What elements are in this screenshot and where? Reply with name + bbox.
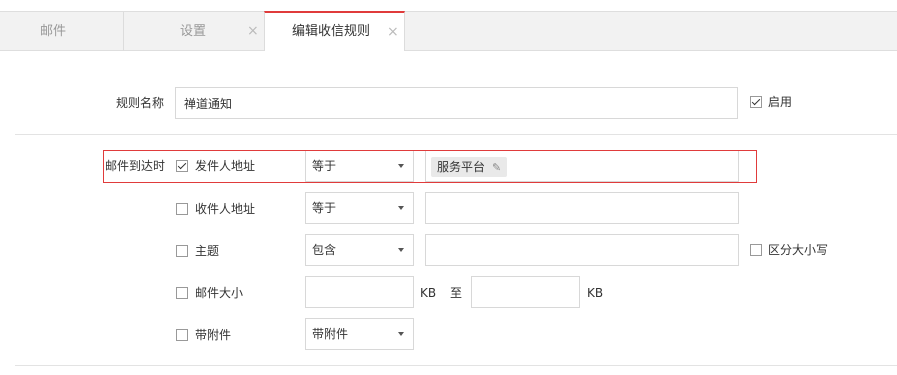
tab-edit-rule-close-icon[interactable]: ×	[387, 13, 399, 51]
sender-operator-select[interactable]: 等于	[305, 150, 414, 182]
tab-edit-rule-label: 编辑收信规则	[292, 24, 371, 39]
case-sensitive-label: 区分大小写	[768, 243, 829, 257]
tab-bar: 邮件 设置 × 编辑收信规则 ×	[0, 11, 897, 51]
tab-mail[interactable]: 邮件	[0, 12, 124, 51]
condition-group-label: 邮件到达时	[105, 159, 166, 173]
case-sensitive-checkbox[interactable]	[750, 244, 762, 256]
size-min-unit: KB	[420, 286, 437, 300]
attachment-operator-value: 带附件	[312, 327, 349, 341]
enable-checkbox[interactable]	[750, 96, 762, 108]
size-max-unit: KB	[587, 286, 604, 300]
tab-edit-rule[interactable]: 编辑收信规则 ×	[264, 11, 405, 51]
subject-checkbox[interactable]	[176, 245, 188, 257]
sender-tag-label: 服务平台	[437, 160, 486, 174]
enable-label: 启用	[768, 95, 793, 109]
size-max-input[interactable]	[471, 276, 580, 308]
chevron-down-icon	[398, 332, 404, 336]
subject-input[interactable]	[425, 234, 739, 266]
size-checkbox[interactable]	[176, 287, 188, 299]
recipient-checkbox[interactable]	[176, 203, 188, 215]
attachment-checkbox[interactable]	[176, 329, 188, 341]
attachment-operator-select[interactable]: 带附件	[305, 318, 414, 350]
attachment-label: 带附件	[195, 328, 232, 342]
subject-label: 主题	[195, 244, 220, 258]
size-range-to: 至	[450, 286, 463, 300]
tab-settings-label: 设置	[180, 24, 207, 39]
recipient-operator-value: 等于	[312, 201, 337, 215]
tab-settings-close-icon[interactable]: ×	[247, 12, 259, 51]
pencil-icon[interactable]: ✎	[492, 161, 501, 174]
tab-settings[interactable]: 设置 ×	[124, 12, 265, 51]
tab-mail-label: 邮件	[40, 24, 67, 39]
recipient-operator-select[interactable]: 等于	[305, 192, 414, 224]
sender-label: 发件人地址	[195, 159, 256, 173]
chevron-down-icon	[398, 164, 404, 168]
recipient-input[interactable]	[425, 192, 739, 224]
subject-operator-select[interactable]: 包含	[305, 234, 414, 266]
chevron-down-icon	[398, 248, 404, 252]
recipient-label: 收件人地址	[195, 202, 256, 216]
divider-bottom	[15, 365, 897, 366]
subject-operator-value: 包含	[312, 243, 337, 257]
sender-tag[interactable]: 服务平台 ✎	[431, 157, 508, 177]
sender-operator-value: 等于	[312, 159, 337, 173]
rule-name-input[interactable]	[175, 87, 738, 119]
sender-checkbox[interactable]	[176, 160, 188, 172]
chevron-down-icon	[398, 206, 404, 210]
size-min-input[interactable]	[305, 276, 414, 308]
divider-top	[15, 134, 897, 135]
rule-name-label: 规则名称	[115, 96, 164, 110]
size-label: 邮件大小	[195, 286, 244, 300]
